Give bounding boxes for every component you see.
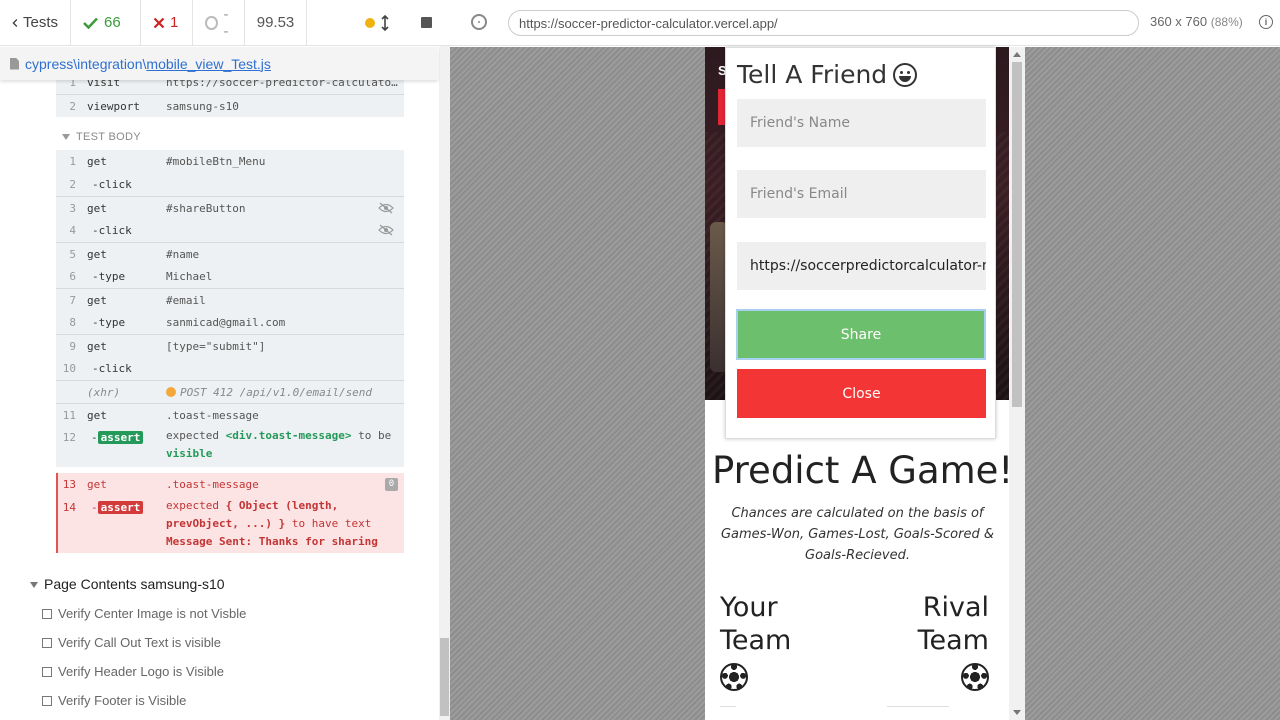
xhr-status-icon bbox=[166, 387, 176, 397]
test-state-icon bbox=[42, 608, 52, 619]
command-row[interactable]: 6 -type Michael bbox=[56, 265, 404, 288]
test-body-heading[interactable]: TEST BODY bbox=[62, 131, 141, 143]
friend-email-input[interactable]: Friend's Email bbox=[737, 170, 986, 218]
test-item[interactable]: Verify Call Out Text is visible bbox=[42, 635, 221, 650]
close-button[interactable]: Close bbox=[737, 369, 986, 418]
spec-path[interactable]: cypress\integration\mobile_view_Test.js bbox=[25, 56, 271, 72]
share-button[interactable]: Share bbox=[736, 309, 986, 360]
stop-icon[interactable] bbox=[421, 17, 432, 28]
app-scrollbar[interactable] bbox=[1009, 47, 1025, 720]
before-commands: 1 visit https://soccer-predictor-calcula… bbox=[56, 80, 404, 117]
command-row[interactable]: 1 visit https://soccer-predictor-calcula… bbox=[56, 80, 404, 94]
check-icon bbox=[83, 17, 98, 29]
scrollbar-thumb[interactable] bbox=[1012, 62, 1022, 407]
command-row[interactable]: 2 viewport samsung-s10 bbox=[56, 94, 404, 117]
test-state-icon bbox=[42, 637, 52, 648]
share-link-input[interactable]: https://soccerpredictorcalculator-m bbox=[737, 242, 986, 290]
scroll-up-icon[interactable] bbox=[1013, 52, 1021, 57]
pending-count: -- bbox=[193, 0, 245, 46]
friend-name-input[interactable]: Friend's Name bbox=[737, 99, 986, 147]
hidden-eye-icon bbox=[378, 224, 394, 236]
duration: 99.53 bbox=[245, 0, 307, 46]
command-row[interactable]: 3 get #shareButton bbox=[56, 196, 404, 219]
pending-ring-icon bbox=[205, 15, 218, 30]
command-row[interactable]: 9 get [type="submit"] bbox=[56, 334, 404, 357]
your-team-heading: Your Team bbox=[720, 592, 792, 656]
reporter-scrollbar[interactable] bbox=[439, 46, 450, 720]
reporter-panel: Tests 66 1 -- 99.53 cypress\integration\… bbox=[0, 0, 450, 720]
assert-badge: assert bbox=[97, 431, 144, 444]
page-title: Predict A Game! bbox=[712, 449, 1014, 492]
scroll-down-icon[interactable] bbox=[1013, 710, 1021, 715]
assert-badge: assert bbox=[97, 501, 144, 514]
running-status-icon bbox=[365, 17, 375, 28]
xhr-row[interactable]: (xhr) POST 412 /api/v1.0/email/send bbox=[56, 380, 404, 403]
scrollbar-thumb[interactable] bbox=[440, 638, 449, 716]
selector-playground-icon[interactable] bbox=[471, 14, 487, 30]
failed-command-block: 13 get .toast-message 0 14 - assert expecte… bbox=[56, 473, 404, 553]
command-row[interactable]: 5 get #name bbox=[56, 242, 404, 265]
caret-down-icon bbox=[30, 582, 38, 589]
command-row[interactable]: 1 get #mobileBtn_Menu bbox=[56, 150, 404, 173]
chevron-left-icon bbox=[12, 18, 18, 27]
element-count-badge: 0 bbox=[385, 478, 398, 491]
url-bar[interactable]: https://soccer-predictor-calculator.verc… bbox=[508, 10, 1139, 36]
viewport-info: 360 x 760 (88%) bbox=[1150, 14, 1243, 29]
test-state-icon bbox=[42, 695, 52, 706]
tests-back-button[interactable]: Tests bbox=[0, 0, 71, 46]
caret-down-icon bbox=[62, 134, 70, 141]
assert-pass-row[interactable]: 12 - assert expected <div.toast-message> … bbox=[56, 426, 404, 467]
command-row[interactable]: 11 get .toast-message bbox=[56, 403, 404, 426]
run-controls bbox=[307, 0, 450, 46]
command-row[interactable]: 7 get #email bbox=[56, 288, 404, 311]
passed-count: 66 bbox=[71, 0, 141, 46]
spec-file-bar: cypress\integration\mobile_view_Test.js bbox=[0, 47, 438, 80]
failed-count: 1 bbox=[141, 0, 193, 46]
page-subtitle: Chances are calculated on the basis of G… bbox=[720, 506, 995, 563]
command-log: 1 visit https://soccer-predictor-calcula… bbox=[0, 80, 438, 720]
rival-team-heading: Rival Team bbox=[917, 592, 989, 656]
test-item[interactable]: Verify Footer is Visible bbox=[42, 693, 186, 708]
soccer-ball-icon bbox=[961, 663, 989, 691]
command-row[interactable]: 13 get .toast-message 0 bbox=[58, 473, 404, 496]
info-icon[interactable]: i bbox=[1259, 15, 1273, 29]
test-body-commands: 1 get #mobileBtn_Menu 2 -click 3 get #shareBu… bbox=[56, 150, 404, 467]
modal-title: Tell A Friend bbox=[737, 60, 918, 89]
hidden-eye-icon bbox=[378, 202, 394, 214]
test-item[interactable]: Verify Center Image is not Visble bbox=[42, 606, 246, 621]
x-icon bbox=[153, 17, 165, 28]
command-row[interactable]: 2 -click bbox=[56, 173, 404, 196]
aut-header: https://soccer-predictor-calculator.verc… bbox=[450, 0, 1280, 46]
file-icon bbox=[10, 57, 19, 70]
command-row[interactable]: 4 -click bbox=[56, 219, 404, 242]
reporter-header: Tests 66 1 -- 99.53 bbox=[0, 0, 450, 46]
suite-title[interactable]: Page Contents samsung-s10 bbox=[30, 576, 225, 592]
command-row[interactable]: 8 -type sanmicad@gmail.com bbox=[56, 311, 404, 334]
assert-fail-row[interactable]: 14 - assert expected { Object (length, pr… bbox=[58, 496, 404, 553]
command-row[interactable]: 10 -click bbox=[56, 357, 404, 380]
autoscroll-toggle-icon[interactable] bbox=[381, 14, 389, 31]
test-item[interactable]: Verify Header Logo is Visible bbox=[42, 664, 224, 679]
smiley-icon bbox=[893, 62, 918, 87]
test-state-icon bbox=[42, 666, 52, 677]
tell-a-friend-modal: Tell A Friend Friend's Name Friend's Ema… bbox=[725, 47, 996, 439]
tests-label: Tests bbox=[22, 14, 58, 31]
soccer-ball-icon bbox=[720, 663, 748, 691]
